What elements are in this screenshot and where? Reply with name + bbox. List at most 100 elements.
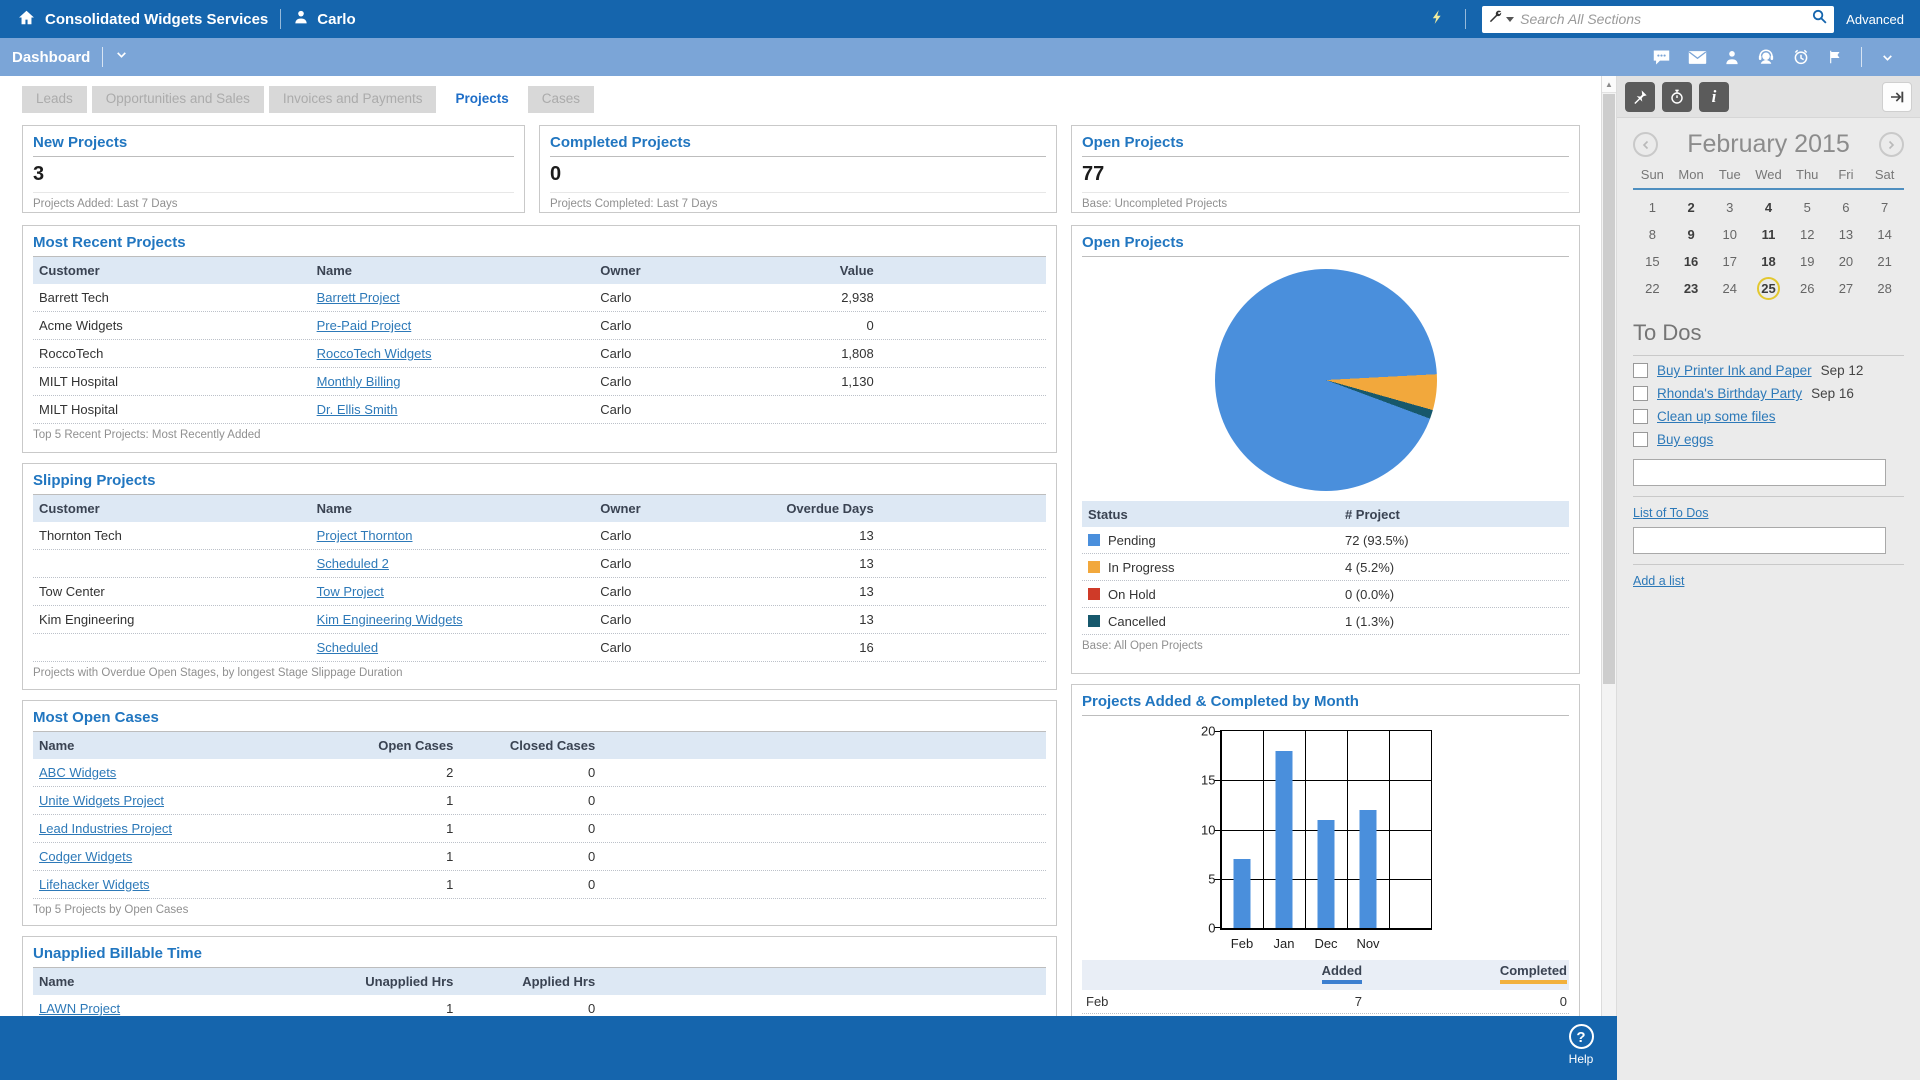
advanced-search-link[interactable]: Advanced — [1846, 12, 1904, 27]
calendar-day[interactable]: 20 — [1827, 248, 1866, 275]
calendar-day[interactable]: 21 — [1865, 248, 1904, 275]
todo-item: Clean up some files — [1633, 408, 1904, 425]
support-headset-icon[interactable] — [1757, 48, 1775, 66]
section-tab[interactable]: Leads — [22, 86, 87, 113]
section-tab[interactable]: Projects — [441, 86, 522, 113]
calendar-day[interactable]: 12 — [1788, 221, 1827, 248]
calendar-day[interactable]: 4 — [1749, 194, 1788, 221]
calendar-day[interactable]: 25 — [1749, 275, 1788, 302]
calendar-day[interactable]: 17 — [1710, 248, 1749, 275]
divider — [102, 47, 103, 67]
calendar-day[interactable]: 27 — [1827, 275, 1866, 302]
list-of-todos-link[interactable]: List of To Dos — [1633, 506, 1709, 520]
calendar-day[interactable]: 15 — [1633, 248, 1672, 275]
todo-link[interactable]: Rhonda's Birthday Party — [1657, 386, 1802, 401]
flag-icon[interactable] — [1827, 48, 1842, 66]
project-link[interactable]: Dr. Ellis Smith — [317, 402, 398, 417]
todo-checkbox[interactable] — [1633, 363, 1648, 378]
calendar-day[interactable]: 2 — [1672, 194, 1711, 221]
search-input[interactable] — [1520, 8, 1811, 30]
todo-link[interactable]: Buy eggs — [1657, 432, 1713, 447]
quick-action-bolt-icon[interactable] — [1430, 7, 1445, 32]
calendar-day[interactable]: 11 — [1749, 221, 1788, 248]
scroll-up-button[interactable]: ▲ — [1602, 76, 1616, 93]
calendar-day[interactable]: 26 — [1788, 275, 1827, 302]
contacts-icon[interactable] — [1724, 49, 1740, 66]
new-todo-input[interactable] — [1633, 459, 1886, 486]
company-name[interactable]: Consolidated Widgets Services — [45, 11, 268, 28]
chat-icon[interactable] — [1652, 49, 1671, 66]
todo-list-input[interactable] — [1633, 527, 1886, 554]
todos-title: To Dos — [1633, 320, 1904, 356]
calendar-day[interactable]: 3 — [1710, 194, 1749, 221]
project-link[interactable]: LAWN Project — [39, 1001, 120, 1016]
calendar-day[interactable]: 8 — [1633, 221, 1672, 248]
calendar-day[interactable]: 16 — [1672, 248, 1711, 275]
calendar-day[interactable]: 13 — [1827, 221, 1866, 248]
calendar-day[interactable]: 9 — [1672, 221, 1711, 248]
search-scope-caret-icon[interactable] — [1506, 17, 1514, 22]
home-icon[interactable] — [18, 9, 35, 30]
calendar-day[interactable]: 23 — [1672, 275, 1711, 302]
sidebar-toolbar: i — [1617, 76, 1920, 118]
project-link[interactable]: Codger Widgets — [39, 849, 132, 864]
project-link[interactable]: Project Thornton — [317, 528, 413, 543]
mail-icon[interactable] — [1688, 50, 1707, 65]
timer-icon[interactable] — [1662, 82, 1692, 112]
table-row: Feb 7 0 — [1082, 990, 1569, 1014]
customer-cell: Thornton Tech — [33, 528, 317, 543]
calendar-day[interactable]: 10 — [1710, 221, 1749, 248]
calendar-day[interactable]: 18 — [1749, 248, 1788, 275]
dashboard-menu-caret-icon[interactable] — [115, 48, 128, 66]
alarm-clock-icon[interactable] — [1792, 48, 1810, 66]
section-tab[interactable]: Cases — [528, 86, 594, 113]
project-link[interactable]: Scheduled — [317, 640, 378, 655]
project-link[interactable]: Lifehacker Widgets — [39, 877, 150, 892]
added-series-tab[interactable]: Added — [1322, 963, 1362, 984]
calendar-next-icon[interactable] — [1879, 132, 1904, 157]
new-projects-value: 3 — [33, 157, 514, 192]
info-icon[interactable]: i — [1699, 82, 1729, 112]
section-tab[interactable]: Invoices and Payments — [269, 86, 437, 113]
calendar-day[interactable]: 22 — [1633, 275, 1672, 302]
todo-checkbox[interactable] — [1633, 386, 1648, 401]
calendar-prev-icon[interactable] — [1633, 132, 1658, 157]
todo-checkbox[interactable] — [1633, 432, 1648, 447]
project-link[interactable]: Lead Industries Project — [39, 821, 172, 836]
collapse-sidebar-icon[interactable] — [1882, 82, 1912, 112]
help-button[interactable]: ? Help — [1559, 1024, 1603, 1066]
calendar-day[interactable]: 6 — [1827, 194, 1866, 221]
todo-checkbox[interactable] — [1633, 409, 1648, 424]
calendar-day[interactable]: 1 — [1633, 194, 1672, 221]
completed-series-tab[interactable]: Completed — [1500, 963, 1567, 984]
search-icon[interactable] — [1811, 8, 1828, 30]
current-user[interactable]: Carlo — [293, 9, 355, 29]
calendar-day[interactable]: 14 — [1865, 221, 1904, 248]
search-scope-icon[interactable] — [1488, 9, 1503, 29]
add-a-list-link[interactable]: Add a list — [1633, 574, 1684, 588]
toolbar-more-caret-icon[interactable] — [1881, 51, 1894, 64]
calendar-day[interactable]: 5 — [1788, 194, 1827, 221]
calendar-day[interactable]: 28 — [1865, 275, 1904, 302]
section-tab[interactable]: Opportunities and Sales — [92, 86, 264, 113]
vertical-scrollbar[interactable]: ▲ — [1601, 76, 1617, 1080]
new-projects-card: New Projects 3 Projects Added: Last 7 Da… — [22, 125, 525, 213]
calendar-day[interactable]: 7 — [1865, 194, 1904, 221]
project-link[interactable]: Monthly Billing — [317, 374, 401, 389]
value-cell: 13 — [732, 556, 874, 571]
project-link[interactable]: Kim Engineering Widgets — [317, 612, 463, 627]
project-link[interactable]: Scheduled 2 — [317, 556, 389, 571]
todo-link[interactable]: Buy Printer Ink and Paper — [1657, 363, 1812, 378]
todo-link[interactable]: Clean up some files — [1657, 409, 1776, 424]
project-link[interactable]: ABC Widgets — [39, 765, 116, 780]
project-link[interactable]: RoccoTech Widgets — [317, 346, 432, 361]
project-link[interactable]: Tow Project — [317, 584, 384, 599]
project-link[interactable]: Barrett Project — [317, 290, 400, 305]
calendar-day[interactable]: 19 — [1788, 248, 1827, 275]
project-link[interactable]: Pre-Paid Project — [317, 318, 412, 333]
scrollbar-thumb[interactable] — [1603, 94, 1615, 684]
project-link[interactable]: Unite Widgets Project — [39, 793, 164, 808]
calendar-day[interactable]: 24 — [1710, 275, 1749, 302]
pin-icon[interactable] — [1625, 82, 1655, 112]
calendar-month-title: February 2015 — [1687, 130, 1850, 159]
